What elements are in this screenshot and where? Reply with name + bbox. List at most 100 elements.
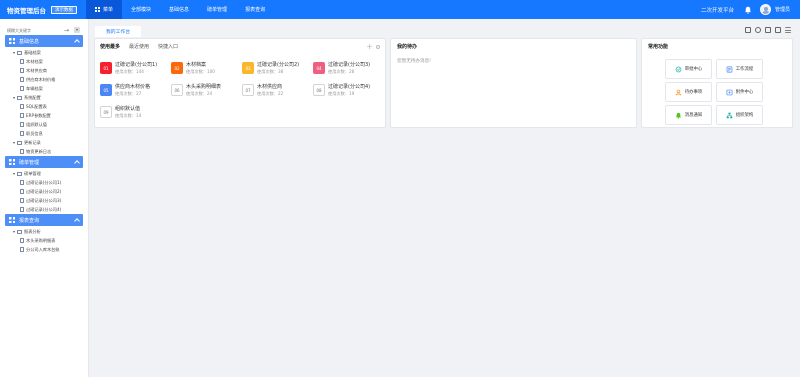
frequent-tile[interactable]: 01 过磅记录(分公司1) 使用次数：144 <box>100 59 171 77</box>
tree-leaf[interactable]: 木头采购明细表 <box>5 236 83 245</box>
chevron-up-icon[interactable] <box>74 218 80 224</box>
todo-panel: 我的待办 您暂无待办消息! <box>390 38 637 128</box>
fullscreen-icon[interactable] <box>775 27 781 33</box>
group-label: 报表查询 <box>19 217 40 224</box>
tree-folder[interactable]: 更新记录 <box>5 138 83 147</box>
frequent-tile[interactable]: 04 过磅记录(分公司3) 使用次数：28 <box>313 59 384 77</box>
tile-name: 过磅记录(分公司4) <box>328 84 371 90</box>
nav-reports[interactable]: 报表查询 <box>236 0 274 19</box>
tree-folder[interactable]: 磅单管理 <box>5 169 83 178</box>
frequent-tile[interactable]: 09 组织默认值 使用次数：14 <box>100 103 171 121</box>
nav-menu[interactable]: 菜单 <box>86 0 123 19</box>
tree-leaf[interactable]: 过磅记录(分公司2) <box>5 187 83 196</box>
tree-leaf[interactable]: 物资更新日志 <box>5 147 83 156</box>
tree-label: 木材供应商 <box>26 67 47 73</box>
common-function-button[interactable]: 附件中心 <box>716 82 763 102</box>
nav-label: 报表查询 <box>245 7 266 13</box>
search-input[interactable] <box>7 26 61 34</box>
nav-basic-info[interactable]: 基础信息 <box>160 0 198 19</box>
frequent-tile[interactable]: 07 木材供应商 使用次数：22 <box>242 81 313 99</box>
tile-usage: 使用次数：100 <box>186 69 215 74</box>
tree-leaf[interactable]: 供应商木材价格 <box>5 75 83 84</box>
gear-icon[interactable] <box>376 44 380 49</box>
nav-weighbill[interactable]: 磅单管理 <box>198 0 236 19</box>
layout-icon[interactable] <box>745 27 751 33</box>
grid-icon <box>9 217 15 223</box>
tree-label: SQL配置表 <box>26 103 47 109</box>
tree-label: 报表分析 <box>24 228 41 234</box>
tree-leaf[interactable]: 车辆档案 <box>5 84 83 93</box>
tile-number-badge: 03 <box>242 62 254 74</box>
sidebar-group-header[interactable]: 报表查询 <box>5 214 83 226</box>
caret-down-icon[interactable] <box>13 96 15 99</box>
chevron-down-icon[interactable] <box>74 27 81 33</box>
arrow-right-icon[interactable]: → <box>64 27 69 34</box>
tile-text: 组织默认值 使用次数：14 <box>115 105 141 119</box>
demo-tag[interactable]: 演示数据 <box>51 5 77 14</box>
username[interactable]: 管理员 <box>775 6 790 13</box>
frequent-tile[interactable]: 08 过磅记录(分公司4) 使用次数：19 <box>313 81 384 99</box>
chevron-up-icon[interactable] <box>74 39 80 45</box>
tree-leaf[interactable]: ERP参数配置 <box>5 111 83 120</box>
tree-leaf[interactable]: 木材供应商 <box>5 66 83 75</box>
tree-leaf[interactable]: SQL配置表 <box>5 102 83 111</box>
avatar[interactable] <box>759 4 771 15</box>
tree-leaf[interactable]: 过磅记录(分公司1) <box>5 178 83 187</box>
screenshot-icon[interactable] <box>765 27 771 33</box>
chevron-up-icon[interactable] <box>74 160 80 166</box>
sidebar-group: 磅单管理 磅单管理 过磅记录(分公司1) 过磅记录(分公司2) 过磅记录(分公司3) 过磅… <box>5 156 83 214</box>
caret-down-icon[interactable] <box>13 51 15 54</box>
frequent-tile[interactable]: 05 供应商木材价格 使用次数：27 <box>100 81 171 99</box>
tree-leaf[interactable]: 分公司入库木台账 <box>5 245 83 254</box>
frequent-tile[interactable]: 02 木材档案 使用次数：100 <box>171 59 242 77</box>
caret-down-icon[interactable] <box>13 141 15 144</box>
common-function-button[interactable]: 组织架构 <box>716 105 763 125</box>
plus-icon[interactable]: + <box>366 42 373 51</box>
common-function-button[interactable]: 消息通知 <box>665 105 712 125</box>
document-icon <box>20 59 24 64</box>
tree-leaf[interactable]: 组织默认值 <box>5 120 83 129</box>
frequent-tile[interactable]: 03 过磅记录(分公司2) 使用次数：38 <box>242 59 313 77</box>
bell-icon[interactable] <box>744 6 752 14</box>
tab-shortcuts[interactable]: 快捷入口 <box>158 43 178 50</box>
document-icon <box>20 149 24 154</box>
tree-leaf[interactable]: 过磅记录(分公司3) <box>5 196 83 205</box>
menu-icon[interactable] <box>785 27 791 33</box>
caret-down-icon[interactable] <box>13 172 15 175</box>
tree-label: ERP参数配置 <box>26 112 51 118</box>
tree-leaf[interactable]: 职员信息 <box>5 129 83 138</box>
top-bar: 物资管理后台 演示数据 菜单 全部模块 基础信息 磅单管理 报表查询 二次开发平… <box>0 0 800 19</box>
tab-recent[interactable]: 最近使用 <box>129 43 149 50</box>
common-function-button[interactable]: 待办事项 <box>665 82 712 102</box>
tree-label: 更新记录 <box>24 139 41 145</box>
sidebar-group: 报表查询报表分析木头采购明细表 分公司入库木台账 <box>5 214 83 254</box>
tile-number-badge: 08 <box>313 84 325 96</box>
common-function-button[interactable]: 审批中心 <box>665 59 712 79</box>
tile-name: 供应商木材价格 <box>115 84 151 90</box>
notification-icon <box>675 112 682 119</box>
document-icon <box>20 247 24 252</box>
frequent-tile[interactable]: 06 木头采购明细表 使用次数：24 <box>171 81 242 99</box>
common-function-button[interactable]: 工作流程 <box>716 59 763 79</box>
dev-platform-link[interactable]: 二次开发平台 <box>701 6 734 14</box>
tab-most-used[interactable]: 使用最多 <box>100 43 120 50</box>
tree-folder[interactable]: 基础档案 <box>5 48 83 57</box>
group-label: 磅单管理 <box>19 159 40 166</box>
app-brand: 物资管理后台 <box>7 6 46 15</box>
grid-icon <box>95 7 100 12</box>
folder-icon <box>17 95 22 100</box>
tile-number-badge: 07 <box>242 84 254 96</box>
refresh-icon[interactable] <box>755 27 761 33</box>
tile-name: 过磅记录(分公司3) <box>328 62 371 68</box>
caret-down-icon[interactable] <box>13 230 15 233</box>
document-icon <box>20 86 24 91</box>
tree-leaf[interactable]: 木材档案 <box>5 57 83 66</box>
sidebar-group-header[interactable]: 磅单管理 <box>5 156 83 168</box>
tree-folder[interactable]: 系统配置 <box>5 93 83 102</box>
sidebar-group-header[interactable]: 基础信息 <box>5 35 83 47</box>
tree-leaf[interactable]: 过磅记录(分公司4) <box>5 205 83 214</box>
function-label: 工作流程 <box>735 67 754 72</box>
nav-all-modules[interactable]: 全部模块 <box>122 0 160 19</box>
tree-folder[interactable]: 报表分析 <box>5 227 83 236</box>
tab-workspace[interactable]: 我的工作台 <box>95 26 141 37</box>
